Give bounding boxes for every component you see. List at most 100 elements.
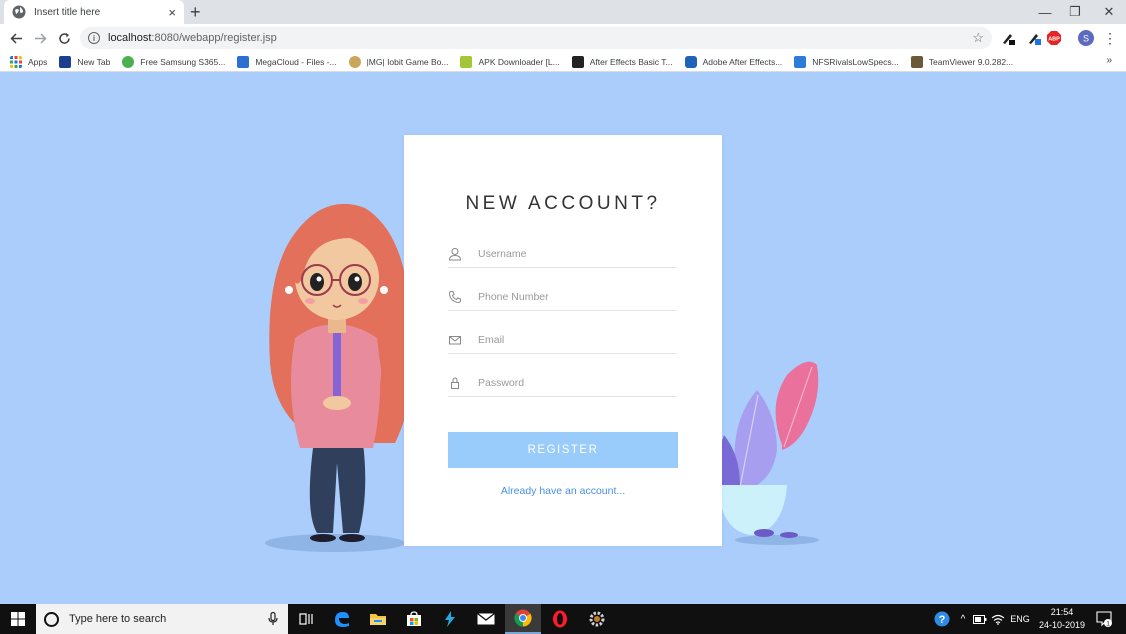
bookmark-apk[interactable]: APK Downloader [L... <box>460 55 560 68</box>
phone-input[interactable] <box>478 290 668 303</box>
bookmark-star-icon[interactable]: ☆ <box>972 30 984 46</box>
bookmark-label: NFSRivalsLowSpecs... <box>812 56 899 67</box>
wifi-icon[interactable] <box>990 604 1006 634</box>
svg-text:ABP: ABP <box>1048 37 1060 43</box>
arrow-left-icon <box>9 32 22 44</box>
notification-count: 1 <box>1106 621 1110 628</box>
address-bar[interactable]: i localhost:8080/webapp/register.jsp ☆ <box>80 27 992 49</box>
taskbar-search[interactable]: Type here to search <box>36 604 288 634</box>
taskbar-file-explorer[interactable] <box>360 604 396 634</box>
megacloud-icon <box>237 55 250 68</box>
chrome-menu-icon[interactable]: ⋮ <box>1102 30 1118 46</box>
password-input[interactable] <box>478 376 668 389</box>
taskbar: Type here to search ? ^ ENG 21:54 24-10-… <box>0 604 1126 634</box>
bookmark-label: Adobe After Effects... <box>702 56 783 67</box>
battery-icon[interactable] <box>972 604 988 634</box>
profile-avatar[interactable]: S <box>1078 30 1094 46</box>
username-field[interactable] <box>448 240 677 268</box>
password-field[interactable] <box>448 369 677 397</box>
taskbar-edge[interactable] <box>324 604 360 634</box>
phone-icon <box>448 290 461 303</box>
email-field[interactable] <box>448 326 677 354</box>
phone-field[interactable] <box>448 283 677 311</box>
adblock-plus-icon[interactable]: ABP <box>1046 30 1062 46</box>
minimize-button[interactable]: — <box>1028 0 1062 24</box>
taskbar-vscode[interactable] <box>432 604 468 634</box>
bookmark-teamviewer[interactable]: TeamViewer 9.0.282... <box>910 55 1013 68</box>
globe-icon <box>12 5 26 19</box>
restore-button[interactable]: ❐ <box>1058 0 1092 24</box>
lightning-icon <box>445 611 455 627</box>
bookmarks-bar: Apps New Tab Free Samsung S365... MegaCl… <box>0 52 1126 72</box>
task-view-button[interactable] <box>288 604 324 634</box>
windows-logo-icon <box>11 612 25 626</box>
bookmark-label: After Effects Basic T... <box>589 56 673 67</box>
tab-close-icon[interactable]: × <box>168 5 176 20</box>
system-clock[interactable]: 21:54 24-10-2019 <box>1034 606 1090 632</box>
help-tray-icon[interactable]: ? <box>930 604 954 634</box>
notification-icon: 1 <box>1096 611 1112 627</box>
tab-strip: Insert title here × + — ❐ ✕ <box>0 0 1126 24</box>
login-link[interactable]: Already have an account... <box>404 485 722 497</box>
taskbar-mail[interactable] <box>468 604 504 634</box>
bookmark-label: MegaCloud - Files -... <box>255 56 337 67</box>
gear-icon <box>589 611 605 627</box>
url-host: localhost <box>108 32 152 44</box>
mail-icon <box>477 613 495 625</box>
info-icon[interactable]: i <box>88 32 100 44</box>
forward-button[interactable] <box>30 28 50 48</box>
folder-icon <box>370 614 386 625</box>
cortana-icon <box>44 611 59 627</box>
browser-tab[interactable]: Insert title here × <box>4 0 184 24</box>
tab-title: Insert title here <box>34 6 101 18</box>
bookmark-label: |MG| Iobit Game Bo... <box>366 56 449 67</box>
opera-icon <box>553 610 567 628</box>
iobit-icon <box>348 55 361 68</box>
bookmark-label: New Tab <box>77 56 111 67</box>
register-button[interactable]: REGISTER <box>448 432 678 468</box>
taskbar-settings-app[interactable] <box>579 604 615 634</box>
chevron-up-icon[interactable]: ^ <box>956 604 970 634</box>
svg-text:S: S <box>1083 34 1089 44</box>
woman-illustration <box>265 203 413 552</box>
user-icon <box>448 247 462 260</box>
lock-icon <box>451 376 459 389</box>
back-button[interactable] <box>6 28 26 48</box>
pen-extension-2-icon[interactable] <box>1026 30 1042 46</box>
email-input[interactable] <box>478 333 668 346</box>
adobe-ae-icon <box>684 55 697 68</box>
register-card: NEW ACCOUNT? REGISTER Already have an ac… <box>404 135 722 546</box>
bookmark-label: APK Downloader [L... <box>478 56 560 67</box>
bookmark-iobit[interactable]: |MG| Iobit Game Bo... <box>348 55 449 68</box>
pen-extension-icon[interactable] <box>1000 30 1016 46</box>
edge-icon <box>335 612 349 627</box>
page-content: NEW ACCOUNT? REGISTER Already have an ac… <box>0 73 1126 604</box>
apps-grid-icon <box>10 55 22 68</box>
task-view-icon <box>299 613 313 625</box>
start-button[interactable] <box>0 604 36 634</box>
bookmark-label: Free Samsung S365... <box>140 56 226 67</box>
taskbar-store[interactable] <box>396 604 432 634</box>
taskbar-chrome[interactable] <box>505 604 541 634</box>
bookmark-new-tab[interactable]: New Tab <box>59 55 111 68</box>
action-center-button[interactable]: 1 <box>1094 604 1114 634</box>
language-indicator[interactable]: ENG <box>1008 604 1032 634</box>
new-tab-button[interactable]: + <box>190 2 201 22</box>
username-input[interactable] <box>478 247 668 260</box>
bookmark-megacloud[interactable]: MegaCloud - Files -... <box>237 55 337 68</box>
taskbar-opera[interactable] <box>542 604 578 634</box>
bookmark-samsung[interactable]: Free Samsung S365... <box>122 55 226 68</box>
svg-text:?: ? <box>939 614 946 626</box>
microphone-icon[interactable] <box>268 612 278 626</box>
nfs-icon <box>794 55 807 68</box>
plant-illustration <box>717 361 819 545</box>
bookmark-after-effects-basic[interactable]: After Effects Basic T... <box>571 55 673 68</box>
close-window-button[interactable]: ✕ <box>1092 0 1126 24</box>
clock-time: 21:54 <box>1050 607 1074 617</box>
bookmark-adobe-ae[interactable]: Adobe After Effects... <box>684 55 783 68</box>
bookmarks-overflow-button[interactable]: » <box>1106 55 1112 66</box>
reload-button[interactable] <box>54 28 74 48</box>
arrow-right-icon <box>34 32 47 44</box>
bookmark-nfs[interactable]: NFSRivalsLowSpecs... <box>794 55 899 68</box>
bookmark-apps[interactable]: Apps <box>10 55 47 68</box>
